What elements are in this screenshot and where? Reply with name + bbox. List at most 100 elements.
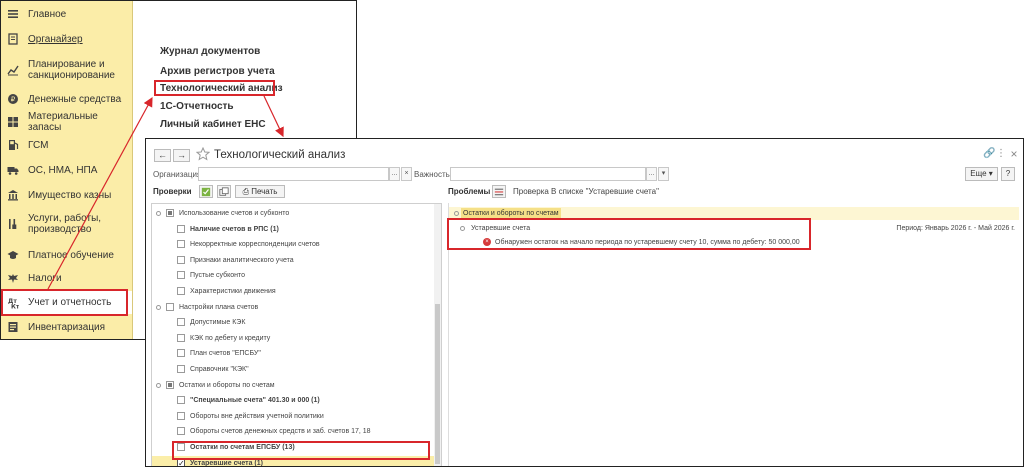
checks-toolbar: Проверки ⎙ Печать [146, 183, 444, 201]
collapse-icon[interactable] [156, 304, 161, 310]
run-icon [201, 187, 211, 197]
tree-row-label: Некорректные корреспонденции счетов [190, 241, 320, 249]
sidebar-item-accounting[interactable]: Дт Кт Учет и отчетность [1, 291, 132, 314]
problem-issue-text: Обнаружен остаток на начало периода по у… [495, 239, 800, 246]
check-checkbox[interactable] [177, 456, 185, 466]
problem-subgroup-row[interactable]: Устаревшие счета Период: Январь 2026 г. … [449, 222, 1019, 235]
tree-check-row[interactable]: Характеристики движения [152, 284, 435, 299]
organization-select-button[interactable]: ... [389, 167, 400, 181]
tree-check-row[interactable]: Обороты счетов денежных средств и заб. с… [152, 424, 435, 439]
tree-check-row[interactable]: Наличие счетов в РПС (1) [152, 222, 435, 237]
collapse-icon[interactable] [454, 211, 459, 216]
check-checkbox[interactable] [166, 380, 174, 389]
scrollbar-thumb[interactable] [435, 304, 440, 464]
sidebar-item-inventory[interactable]: Инвентаризация [1, 317, 132, 337]
check-checkbox[interactable] [166, 302, 174, 311]
tree-row-label: Характеристики движения [190, 288, 276, 295]
menu-link-ens-account[interactable]: Личный кабинет ЕНС [160, 119, 266, 130]
check-checkbox[interactable] [166, 209, 174, 217]
check-checkbox[interactable] [177, 318, 185, 327]
tree-row-label: Обороты счетов денежных средств и заб. с… [190, 428, 371, 436]
print-button[interactable]: ⎙ Печать [235, 185, 285, 198]
link-icon[interactable]: 🔗 [983, 148, 995, 160]
organization-input[interactable] [198, 167, 389, 181]
tree-check-row[interactable]: Некорректные корреспонденции счетов [152, 237, 435, 252]
tree-check-row[interactable]: Обороты вне действия учетной политики [152, 409, 435, 424]
check-checkbox[interactable] [177, 365, 185, 373]
sidebar-item-taxes[interactable]: Налоги [1, 268, 132, 288]
close-icon[interactable]: × [1008, 148, 1020, 160]
importance-input[interactable] [450, 167, 646, 181]
check-checkbox[interactable] [177, 411, 185, 420]
inventory-icon [6, 320, 20, 334]
check-checkbox[interactable] [177, 443, 185, 451]
tree-check-row[interactable]: Пустые субконто [152, 268, 435, 283]
problem-issue-row[interactable]: × Обнаружен остаток на начало периода по… [449, 236, 1019, 249]
tree-group-row[interactable]: Настройки плана счетов [152, 300, 435, 315]
forward-button[interactable]: → [173, 149, 190, 162]
problems-title: Проблемы [448, 187, 491, 196]
sidebar-item-treasury[interactable]: Имущество казны [1, 185, 132, 205]
organization-clear-button[interactable]: × [401, 167, 412, 181]
tree-row-label: "Специальные счета" 401.30 и 000 (1) [190, 397, 320, 405]
tree-group-row[interactable]: Остатки и обороты по счетам [152, 378, 435, 393]
printer-icon: ⎙ [242, 187, 252, 196]
organization-label: Организация: [153, 170, 204, 179]
tree-check-row[interactable]: КЭК по дебету и кредиту [152, 331, 435, 346]
tree-check-row[interactable]: План счетов "ЕПСБУ" [152, 346, 435, 361]
tree-check-row[interactable]: Справочник "КЭК" [152, 362, 435, 377]
problems-toolbar: Проблемы Проверка В списке "Устаревшие с… [448, 183, 1023, 201]
importance-dropdown-button[interactable]: ▾ [658, 167, 669, 181]
refresh-checks-button[interactable] [199, 185, 213, 198]
sidebar-item-cash[interactable]: ₽ Денежные средства [1, 89, 132, 109]
sidebar-item-main[interactable]: Главное [1, 4, 132, 24]
tree-check-row[interactable]: Остатки по счетам ЕПСБУ (13) [152, 440, 435, 455]
tree-group-row[interactable]: Использование счетов и субконто [152, 206, 435, 221]
truck-icon [6, 163, 20, 177]
sidebar-item-stock[interactable]: Материальные запасы [1, 111, 132, 133]
more-actions-icon[interactable]: ⋮ [995, 148, 1007, 160]
check-checkbox[interactable] [177, 427, 185, 436]
tree-check-row[interactable]: Допустимые КЭК [152, 315, 435, 330]
check-checkbox[interactable] [177, 349, 185, 358]
tree-check-row[interactable]: Признаки аналитического учета [152, 253, 435, 268]
menu-link-technological-analysis[interactable]: Технологический анализ [160, 83, 283, 94]
check-checkbox[interactable] [177, 333, 185, 342]
star-icon[interactable] [195, 146, 211, 161]
report-icon: Дт Кт [6, 296, 20, 310]
sidebar-item-services[interactable]: Услуги, работы, производство [1, 211, 132, 237]
sidebar-item-assets[interactable]: ОС, НМА, НПА [1, 160, 132, 180]
collapse-icon[interactable] [460, 226, 465, 231]
sidebar-item-label: ГСМ [28, 139, 49, 151]
filter-list-button[interactable] [492, 185, 506, 198]
back-button[interactable]: ← [154, 149, 171, 162]
more-button[interactable]: Еще ▾ [965, 167, 998, 181]
sidebar-item-organizer[interactable]: Органайзер [1, 29, 132, 49]
sidebar-item-label: Платное обучение [28, 249, 114, 261]
tree-scrollbar[interactable] [434, 204, 441, 466]
check-checkbox[interactable] [177, 396, 185, 405]
graduation-cap-icon [6, 248, 20, 262]
check-checkbox[interactable] [177, 271, 185, 280]
problems-description: Проверка В списке "Устаревшие счета" [513, 187, 659, 196]
check-checkbox[interactable] [177, 224, 185, 233]
help-button[interactable]: ? [1001, 167, 1015, 181]
sidebar-item-planning[interactable]: Планирование и санкционирование [1, 57, 132, 83]
menu-link-documents-journal[interactable]: Журнал документов [160, 46, 260, 57]
collapse-icon[interactable] [156, 382, 161, 388]
check-checkbox[interactable] [177, 240, 185, 249]
title-bar: ← → Технологический анализ 🔗 ⋮ × [146, 139, 1023, 169]
tree-check-row[interactable]: Устаревшие счета (1) [152, 455, 435, 467]
menu-link-registers-archive[interactable]: Архив регистров учета [160, 66, 275, 77]
tree-check-row[interactable]: "Специальные счета" 401.30 и 000 (1) [152, 393, 435, 408]
check-checkbox[interactable] [177, 287, 185, 295]
menu-link-1c-reporting[interactable]: 1С-Отчетность [160, 101, 234, 112]
problem-group-row[interactable]: Остатки и обороты по счетам [449, 207, 1019, 220]
collapse-icon[interactable] [156, 211, 161, 216]
copy-button[interactable] [217, 185, 231, 198]
tree-row-label: Устаревшие счета (1) [190, 459, 263, 467]
sidebar-item-education[interactable]: Платное обучение [1, 245, 132, 265]
importance-select-button[interactable]: ... [646, 167, 657, 181]
sidebar-item-fuel[interactable]: ГСМ [1, 135, 132, 155]
check-checkbox[interactable] [177, 255, 185, 264]
